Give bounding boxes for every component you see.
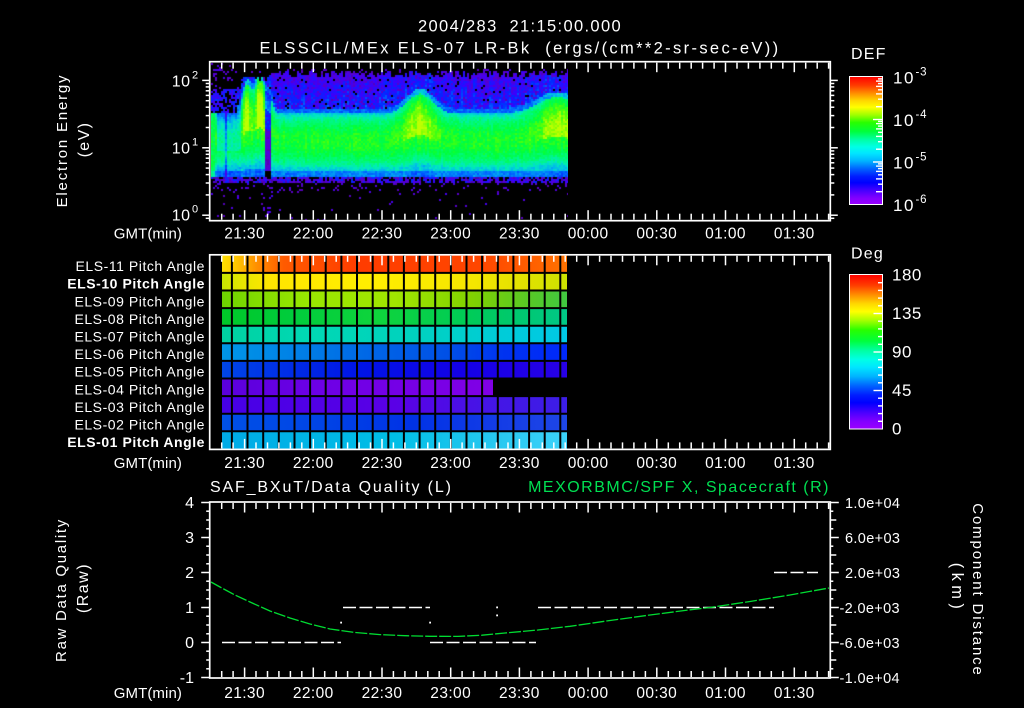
svg-text:-1.0e+04: -1.0e+04 — [840, 671, 900, 687]
svg-text:1: 1 — [185, 600, 194, 617]
svg-text:Electron Energy: Electron Energy — [54, 74, 71, 208]
svg-text:Component Distance: Component Distance — [969, 503, 986, 676]
svg-text:01:00: 01:00 — [705, 685, 746, 702]
svg-text:ELS-04 Pitch Angle: ELS-04 Pitch Angle — [74, 381, 205, 397]
svg-text:ELS-11 Pitch Angle: ELS-11 Pitch Angle — [76, 258, 206, 274]
svg-text:10: 10 — [893, 154, 915, 173]
svg-text:MEXORBMC/SPF X, Spacecraft (R): MEXORBMC/SPF X, Spacecraft (R) — [528, 479, 830, 496]
svg-text:00:30: 00:30 — [636, 685, 677, 702]
svg-text:-5: -5 — [916, 152, 928, 164]
svg-text:(eV): (eV) — [76, 122, 93, 158]
svg-text:10: 10 — [893, 196, 915, 215]
svg-text:GMT(min): GMT(min) — [114, 226, 182, 243]
svg-text:ELS-08 Pitch Angle: ELS-08 Pitch Angle — [74, 311, 205, 327]
svg-text:ELS-10 Pitch Angle: ELS-10 Pitch Angle — [67, 276, 205, 292]
svg-text:135: 135 — [892, 304, 922, 323]
svg-text:ELS-07 Pitch Angle: ELS-07 Pitch Angle — [74, 329, 205, 345]
svg-text:01:00: 01:00 — [705, 226, 746, 243]
svg-text:01:30: 01:30 — [774, 226, 815, 243]
svg-text:0: 0 — [892, 420, 902, 439]
svg-text:Deg: Deg — [851, 246, 884, 263]
svg-text:22:30: 22:30 — [362, 226, 403, 243]
svg-text:22:00: 22:00 — [293, 455, 334, 472]
svg-text:4: 4 — [185, 495, 194, 512]
svg-text:00:30: 00:30 — [636, 455, 677, 472]
svg-text:23:30: 23:30 — [499, 226, 540, 243]
svg-text:(km): (km) — [948, 563, 966, 614]
svg-text:21:30: 21:30 — [224, 685, 265, 702]
svg-text:-6.0e+03: -6.0e+03 — [840, 636, 900, 652]
svg-text:01:00: 01:00 — [705, 455, 746, 472]
svg-text:00:00: 00:00 — [568, 455, 609, 472]
svg-text:00:00: 00:00 — [568, 685, 609, 702]
svg-text:ELS-05 Pitch Angle: ELS-05 Pitch Angle — [74, 364, 205, 380]
svg-text:1.0e+04: 1.0e+04 — [845, 496, 900, 512]
svg-text:00:00: 00:00 — [568, 226, 609, 243]
svg-text:ELS-01 Pitch Angle: ELS-01 Pitch Angle — [67, 434, 205, 450]
svg-text:2.0e+03: 2.0e+03 — [845, 566, 900, 582]
svg-text:180: 180 — [892, 266, 922, 285]
svg-text:23:00: 23:00 — [430, 455, 471, 472]
svg-text:ELSSCIL/MEx ELS-07 LR-Bk (erg: ELSSCIL/MEx ELS-07 LR-Bk (ergs/(cm**2-sr… — [260, 40, 781, 58]
svg-text:90: 90 — [892, 343, 912, 362]
svg-text:ELS-06 Pitch Angle: ELS-06 Pitch Angle — [74, 346, 205, 362]
svg-text:SAF_BXuT/Data Quality (L): SAF_BXuT/Data Quality (L) — [210, 479, 453, 496]
svg-text:01:30: 01:30 — [774, 685, 815, 702]
svg-text:23:30: 23:30 — [499, 685, 540, 702]
svg-text:45: 45 — [892, 381, 912, 400]
svg-text:(Raw): (Raw) — [75, 563, 92, 613]
svg-text:ELS-03 Pitch Angle: ELS-03 Pitch Angle — [74, 399, 205, 415]
svg-text:10: 10 — [172, 74, 191, 91]
svg-text:GMT(min): GMT(min) — [114, 685, 182, 702]
svg-text:10: 10 — [172, 208, 191, 225]
svg-text:22:00: 22:00 — [293, 685, 334, 702]
svg-text:23:00: 23:00 — [430, 685, 471, 702]
svg-text:-6: -6 — [916, 194, 928, 206]
svg-text:23:30: 23:30 — [499, 455, 540, 472]
svg-text:21:30: 21:30 — [224, 455, 265, 472]
svg-text:Raw Data Quality: Raw Data Quality — [53, 518, 70, 662]
svg-text:-4: -4 — [916, 109, 928, 121]
svg-text:23:00: 23:00 — [430, 226, 471, 243]
svg-text:ELS-09 Pitch Angle: ELS-09 Pitch Angle — [74, 293, 205, 309]
svg-text:2004/283 21:15:00.000: 2004/283 21:15:00.000 — [418, 18, 622, 36]
svg-text:0: 0 — [185, 635, 194, 652]
svg-text:DEF: DEF — [851, 46, 887, 63]
svg-text:22:30: 22:30 — [362, 685, 403, 702]
svg-text:3: 3 — [185, 530, 194, 547]
svg-text:2: 2 — [192, 70, 198, 82]
svg-text:0: 0 — [192, 204, 198, 216]
svg-text:22:30: 22:30 — [362, 455, 403, 472]
svg-text:ELS-02 Pitch Angle: ELS-02 Pitch Angle — [74, 417, 205, 433]
svg-text:1: 1 — [192, 136, 198, 148]
svg-text:22:00: 22:00 — [293, 226, 334, 243]
svg-text:21:30: 21:30 — [224, 226, 265, 243]
svg-text:6.0e+03: 6.0e+03 — [845, 531, 900, 547]
svg-text:GMT(min): GMT(min) — [114, 455, 182, 472]
svg-text:00:30: 00:30 — [636, 226, 677, 243]
svg-text:-2.0e+03: -2.0e+03 — [840, 601, 900, 617]
svg-text:10: 10 — [172, 140, 191, 157]
svg-text:01:30: 01:30 — [774, 455, 815, 472]
svg-text:2: 2 — [185, 565, 194, 582]
svg-text:10: 10 — [893, 69, 915, 88]
svg-text:-3: -3 — [916, 67, 928, 79]
svg-text:10: 10 — [893, 111, 915, 130]
